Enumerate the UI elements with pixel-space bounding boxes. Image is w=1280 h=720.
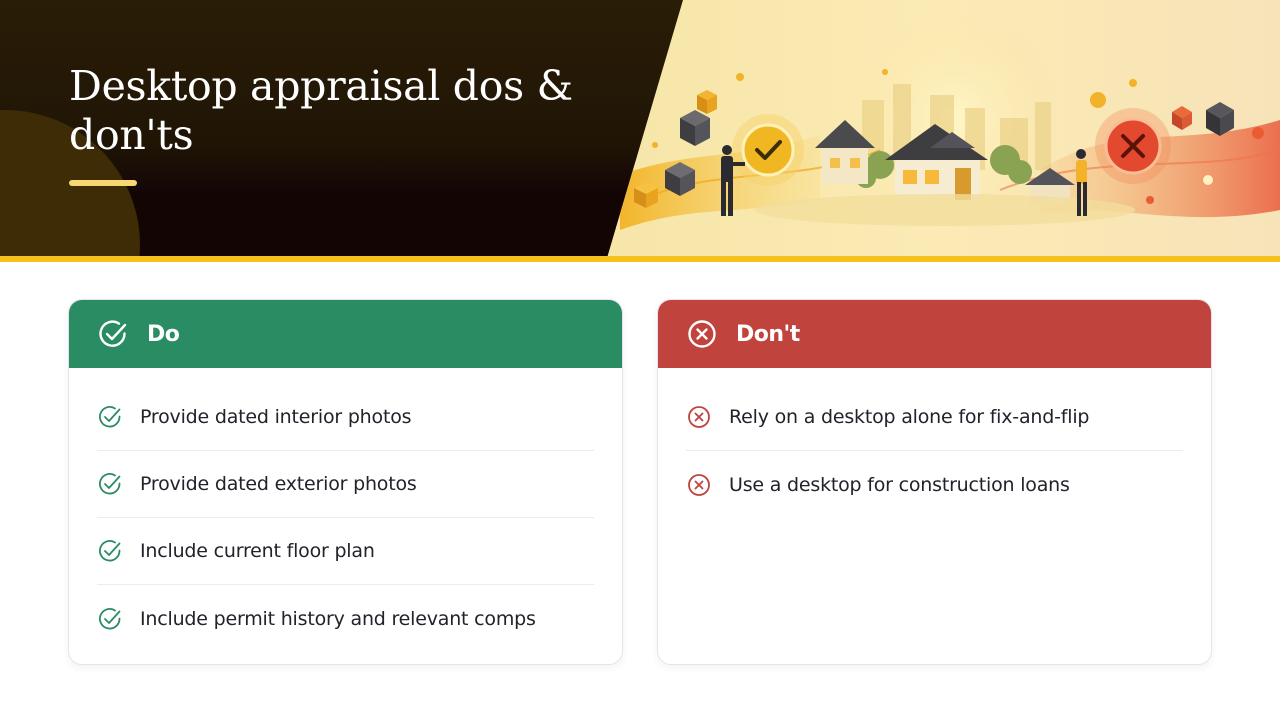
header-accent-line: [0, 256, 1280, 262]
do-item-text: Provide dated exterior photos: [140, 473, 417, 495]
dont-item-text: Rely on a desktop alone for fix-and-flip: [729, 406, 1090, 428]
check-circle-icon: [97, 318, 129, 350]
do-card: Do Provide dated interior photos Provide…: [68, 299, 623, 665]
slide-header: Desktop appraisal dos & don'ts: [0, 0, 1280, 262]
check-circle-icon: [97, 471, 123, 497]
x-circle-icon: [686, 472, 712, 498]
dont-list: Rely on a desktop alone for fix-and-flip…: [658, 384, 1211, 518]
do-list-item: Provide dated interior photos: [97, 384, 594, 451]
do-list-item: Provide dated exterior photos: [97, 451, 594, 518]
check-circle-icon: [97, 538, 123, 564]
dont-card: Don't Rely on a desktop alone for fix-an…: [657, 299, 1212, 665]
do-list: Provide dated interior photos Provide da…: [69, 384, 622, 652]
do-card-title: Do: [147, 321, 180, 347]
x-circle-icon: [686, 318, 718, 350]
check-circle-icon: [97, 606, 123, 632]
do-item-text: Include current floor plan: [140, 540, 375, 562]
dont-card-title: Don't: [736, 321, 800, 347]
x-circle-icon: [686, 404, 712, 430]
check-circle-icon: [97, 404, 123, 430]
dont-item-text: Use a desktop for construction loans: [729, 473, 1070, 496]
do-list-item: Include permit history and relevant comp…: [97, 585, 594, 652]
do-card-header: Do: [69, 300, 622, 368]
do-item-text: Include permit history and relevant comp…: [140, 607, 536, 630]
do-item-text: Provide dated interior photos: [140, 406, 412, 428]
page-title: Desktop appraisal dos & don'ts: [69, 62, 573, 159]
do-list-item: Include current floor plan: [97, 518, 594, 585]
title-underline: [69, 180, 137, 186]
dont-card-header: Don't: [658, 300, 1211, 368]
dont-list-item: Rely on a desktop alone for fix-and-flip: [686, 384, 1183, 451]
dont-list-item: Use a desktop for construction loans: [686, 451, 1183, 518]
